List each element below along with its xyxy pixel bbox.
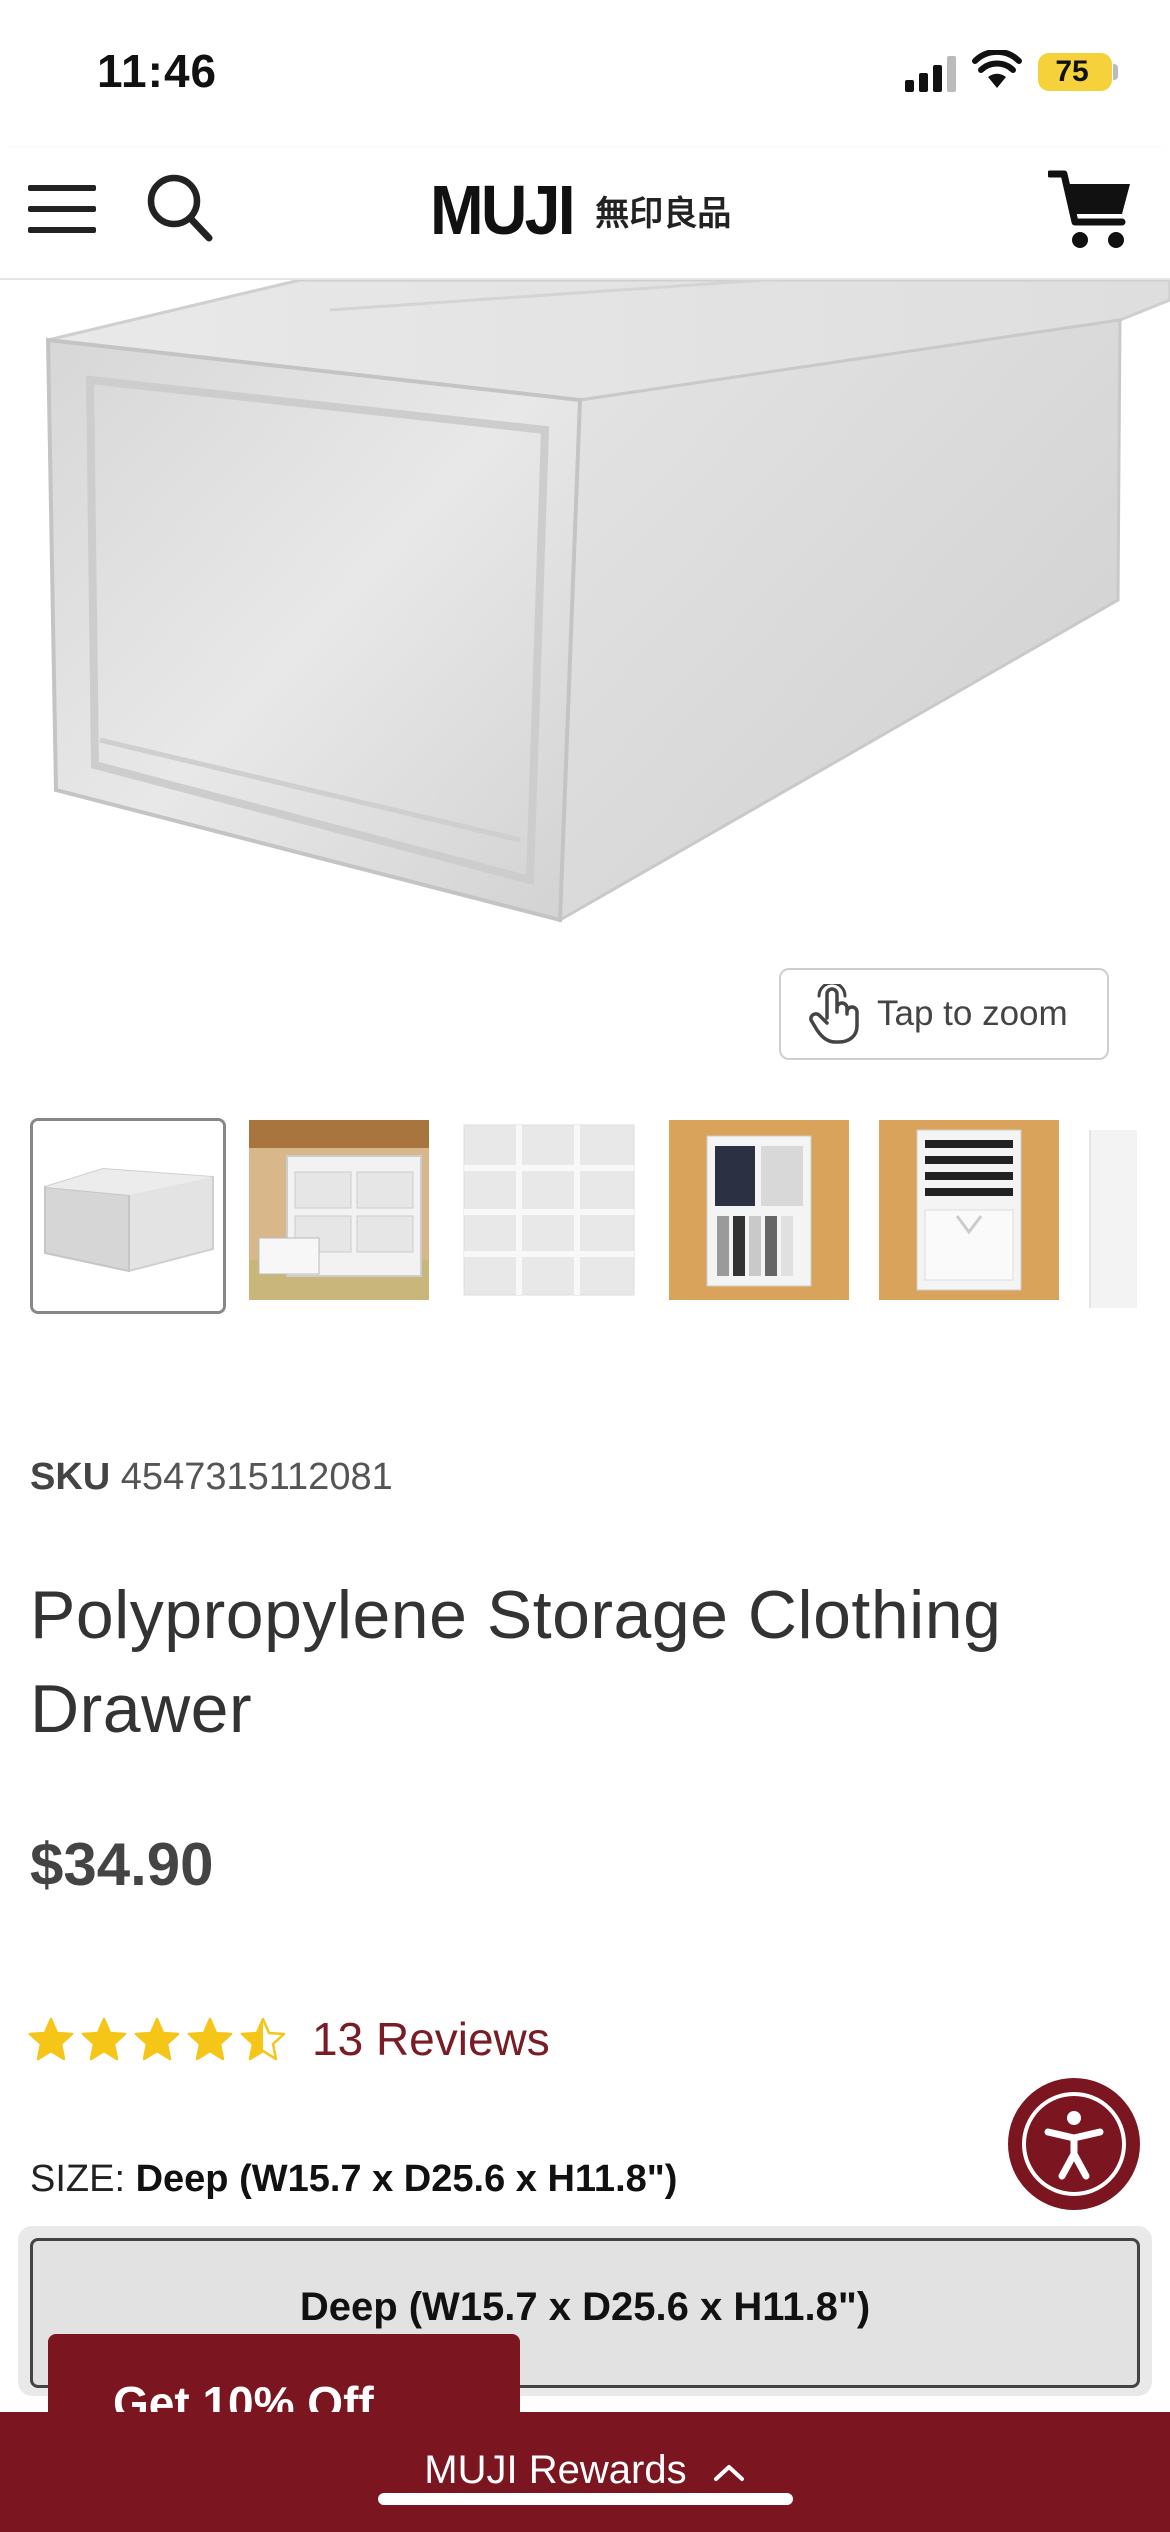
tap-to-zoom-button[interactable]: Tap to zoom	[779, 968, 1109, 1060]
star-icon-3	[134, 2017, 180, 2061]
rating-stars	[28, 2010, 293, 2070]
reviews-link[interactable]: 13 Reviews	[312, 2012, 550, 2066]
thumbnail-5[interactable]	[879, 1120, 1075, 1316]
home-indicator	[378, 2493, 793, 2505]
size-line: SIZE: Deep (W15.7 x D25.6 x H11.8")	[30, 2158, 677, 2201]
thumbnail-3[interactable]	[459, 1120, 655, 1316]
rewards-label: MUJI Rewards	[424, 2448, 687, 2492]
rewards-line: MUJI Rewards	[0, 2448, 1170, 2493]
chevron-up-icon	[713, 2465, 744, 2482]
muji-rewards-bar[interactable]: MUJI Rewards	[0, 2412, 1170, 2532]
thumbnail-4[interactable]	[669, 1120, 865, 1316]
search-icon[interactable]	[145, 172, 215, 244]
thumbnail-drawer-image	[33, 1121, 223, 1311]
status-time: 11:46	[97, 45, 218, 97]
logo-text: MUJI	[430, 171, 576, 249]
logo-subtext: 無印良品	[595, 194, 732, 233]
battery-level: 75	[1055, 55, 1089, 88]
sku-label: SKU	[30, 1456, 111, 1498]
touch-hand-icon	[809, 984, 859, 1044]
thumbnail-room-image	[249, 1120, 429, 1300]
size-selected-value: Deep (W15.7 x D25.6 x H11.8")	[135, 2158, 678, 2200]
tap-to-zoom-label: Tap to zoom	[877, 994, 1068, 1033]
star-icon-5	[240, 2017, 286, 2061]
thumbnail-2[interactable]	[249, 1120, 445, 1316]
battery-tip	[1113, 64, 1118, 80]
wifi-icon	[972, 50, 1022, 88]
cart-icon[interactable]	[1048, 168, 1134, 252]
size-label: SIZE:	[30, 2158, 126, 2200]
cellular-signal-icon	[905, 56, 957, 92]
thumbnail-shirts-image	[879, 1120, 1059, 1300]
sku-value: 4547315112081	[120, 1456, 393, 1498]
size-option-label: Deep (W15.7 x D25.6 x H11.8")	[299, 2285, 871, 2329]
battery-icon: 75	[1038, 53, 1112, 91]
hamburger-menu-icon[interactable]	[28, 181, 98, 237]
product-title: Polypropylene Storage Clothing Drawer	[30, 1577, 1002, 1747]
star-icon-2	[81, 2017, 127, 2061]
accessibility-button[interactable]	[1008, 2078, 1140, 2210]
sku-line: SKU 4547315112081	[30, 1456, 393, 1499]
thumbnail-grid-image	[459, 1120, 639, 1300]
product-price: $34.90	[30, 1831, 214, 1898]
star-icon-4	[187, 2017, 233, 2061]
thumbnail-1[interactable]	[30, 1118, 226, 1314]
accessibility-icon	[1022, 2092, 1126, 2196]
thumbnail-socks-image	[669, 1120, 849, 1300]
thumbnail-6-partial[interactable]	[1089, 1130, 1137, 1308]
star-icon-1	[28, 2017, 74, 2061]
muji-logo[interactable]: MUJI 無印良品	[430, 170, 731, 250]
